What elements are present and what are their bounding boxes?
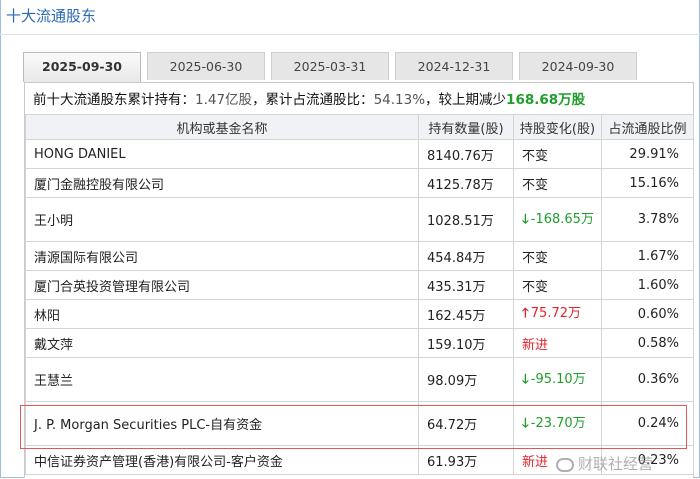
table-row: 林阳 162.45万 🡑 75.72万 0.60%: [25, 299, 694, 329]
tab-2025-09-30[interactable]: 2025-09-30: [23, 52, 141, 82]
down-arrow-icon: 🡓: [522, 371, 529, 387]
watermark-text: 财联社经营: [578, 455, 654, 473]
holder-change: 不变: [513, 241, 602, 271]
summary-prefix: 前十大流通股东累计持有：: [33, 92, 195, 108]
holder-change-cell: 🡓 -95.10万: [513, 357, 602, 402]
section-title: 十大流通股东: [6, 7, 97, 25]
holders-panel: 前十大流通股东累计持有：1.47亿股，累计占流通股比：54.13%，较上期减少1…: [24, 82, 694, 478]
header-change: 持股变化(股): [513, 114, 602, 140]
holder-pct: 3.78%: [601, 197, 694, 242]
holder-change: 不变: [513, 168, 602, 198]
holder-pct: 0.24%: [601, 401, 694, 446]
summary-change-label: ，较上期减少: [425, 92, 507, 108]
summary-ratio-label: ，累计占流通股比：: [252, 92, 374, 108]
holder-change-cell: 🡓 -23.70万: [513, 401, 602, 446]
down-arrow-icon: 🡓: [522, 211, 529, 227]
tab-2024-09-30[interactable]: 2024-09-30: [519, 52, 637, 80]
holder-pct: 1.60%: [601, 270, 694, 300]
summary-line: 前十大流通股东累计持有：1.47亿股，累计占流通股比：54.13%，较上期减少1…: [33, 89, 585, 111]
holder-change-cell: 🡑 75.72万: [513, 299, 602, 329]
holder-qty: 454.84万: [418, 241, 514, 271]
holder-name[interactable]: 戴文萍: [25, 328, 419, 358]
tab-2025-06-30[interactable]: 2025-06-30: [147, 52, 265, 80]
holder-change: -168.65万: [530, 211, 594, 227]
holder-qty: 435.31万: [418, 270, 514, 300]
table-row: 厦门金融控股有限公司 4125.78万 不变 15.16%: [25, 168, 694, 198]
title-divider: [0, 34, 700, 35]
holder-qty: 159.10万: [418, 328, 514, 358]
summary-ratio: 54.13%: [373, 92, 426, 108]
header-name: 机构或基金名称: [25, 114, 419, 140]
holder-change: 不变: [513, 139, 602, 169]
holder-change: -23.70万: [530, 415, 586, 431]
holder-pct: 0.60%: [601, 299, 694, 329]
holder-pct: 15.16%: [601, 168, 694, 198]
up-arrow-icon: 🡑: [522, 306, 529, 321]
table-header-row: 机构或基金名称 持有数量(股) 持股变化(股) 占流通股比例: [25, 114, 694, 140]
holder-change: -95.10万: [530, 371, 586, 387]
holder-name[interactable]: 王慧兰: [25, 357, 419, 402]
summary-holding: 1.47亿股: [195, 92, 253, 108]
holder-pct: 0.36%: [601, 357, 694, 402]
table-row: J. P. Morgan Securities PLC-自有资金 64.72万 …: [25, 401, 694, 446]
table-row: 王小明 1028.51万 🡓 -168.65万 3.78%: [25, 197, 694, 242]
holder-change-cell: 🡓 -168.65万: [513, 197, 602, 242]
holder-change: 75.72万: [530, 306, 581, 321]
weibo-icon: [556, 457, 574, 472]
header-pct: 占流通股比例: [601, 114, 694, 140]
holder-pct: 1.67%: [601, 241, 694, 271]
holder-name[interactable]: HONG DANIEL: [25, 139, 419, 169]
watermark: 财联社经营: [556, 453, 653, 475]
holder-name[interactable]: 清源国际有限公司: [25, 241, 419, 271]
holder-name[interactable]: 厦门合英投资管理有限公司: [25, 270, 419, 300]
tab-2025-03-31[interactable]: 2025-03-31: [271, 52, 389, 80]
holder-name[interactable]: 中信证券资产管理(香港)有限公司-客户资金: [25, 445, 419, 475]
holder-change: 不变: [513, 270, 602, 300]
holder-qty: 8140.76万: [418, 139, 514, 169]
holder-qty: 1028.51万: [418, 197, 514, 242]
table-row: 戴文萍 159.10万 新进 0.58%: [25, 328, 694, 358]
holder-pct: 29.91%: [601, 139, 694, 169]
holder-name[interactable]: 林阳: [25, 299, 419, 329]
holder-qty: 4125.78万: [418, 168, 514, 198]
holder-name[interactable]: J. P. Morgan Securities PLC-自有资金: [25, 401, 419, 446]
header-qty: 持有数量(股): [418, 114, 514, 140]
holder-qty: 61.93万: [418, 445, 514, 475]
holder-name[interactable]: 厦门金融控股有限公司: [25, 168, 419, 198]
table-row: 清源国际有限公司 454.84万 不变 1.67%: [25, 241, 694, 271]
holders-table: 机构或基金名称 持有数量(股) 持股变化(股) 占流通股比例 HONG DANI…: [25, 114, 694, 475]
holder-change: 新进: [513, 328, 602, 358]
holder-name[interactable]: 王小明: [25, 197, 419, 242]
down-arrow-icon: 🡓: [522, 415, 529, 431]
table-row: HONG DANIEL 8140.76万 不变 29.91%: [25, 139, 694, 169]
table-row: 厦门合英投资管理有限公司 435.31万 不变 1.60%: [25, 270, 694, 300]
holder-pct: 0.58%: [601, 328, 694, 358]
tab-2024-12-31[interactable]: 2024-12-31: [395, 52, 513, 80]
holder-qty: 64.72万: [418, 401, 514, 446]
summary-change: 168.68万股: [506, 92, 586, 108]
holder-qty: 98.09万: [418, 357, 514, 402]
holder-qty: 162.45万: [418, 299, 514, 329]
table-row: 王慧兰 98.09万 🡓 -95.10万 0.36%: [25, 357, 694, 402]
